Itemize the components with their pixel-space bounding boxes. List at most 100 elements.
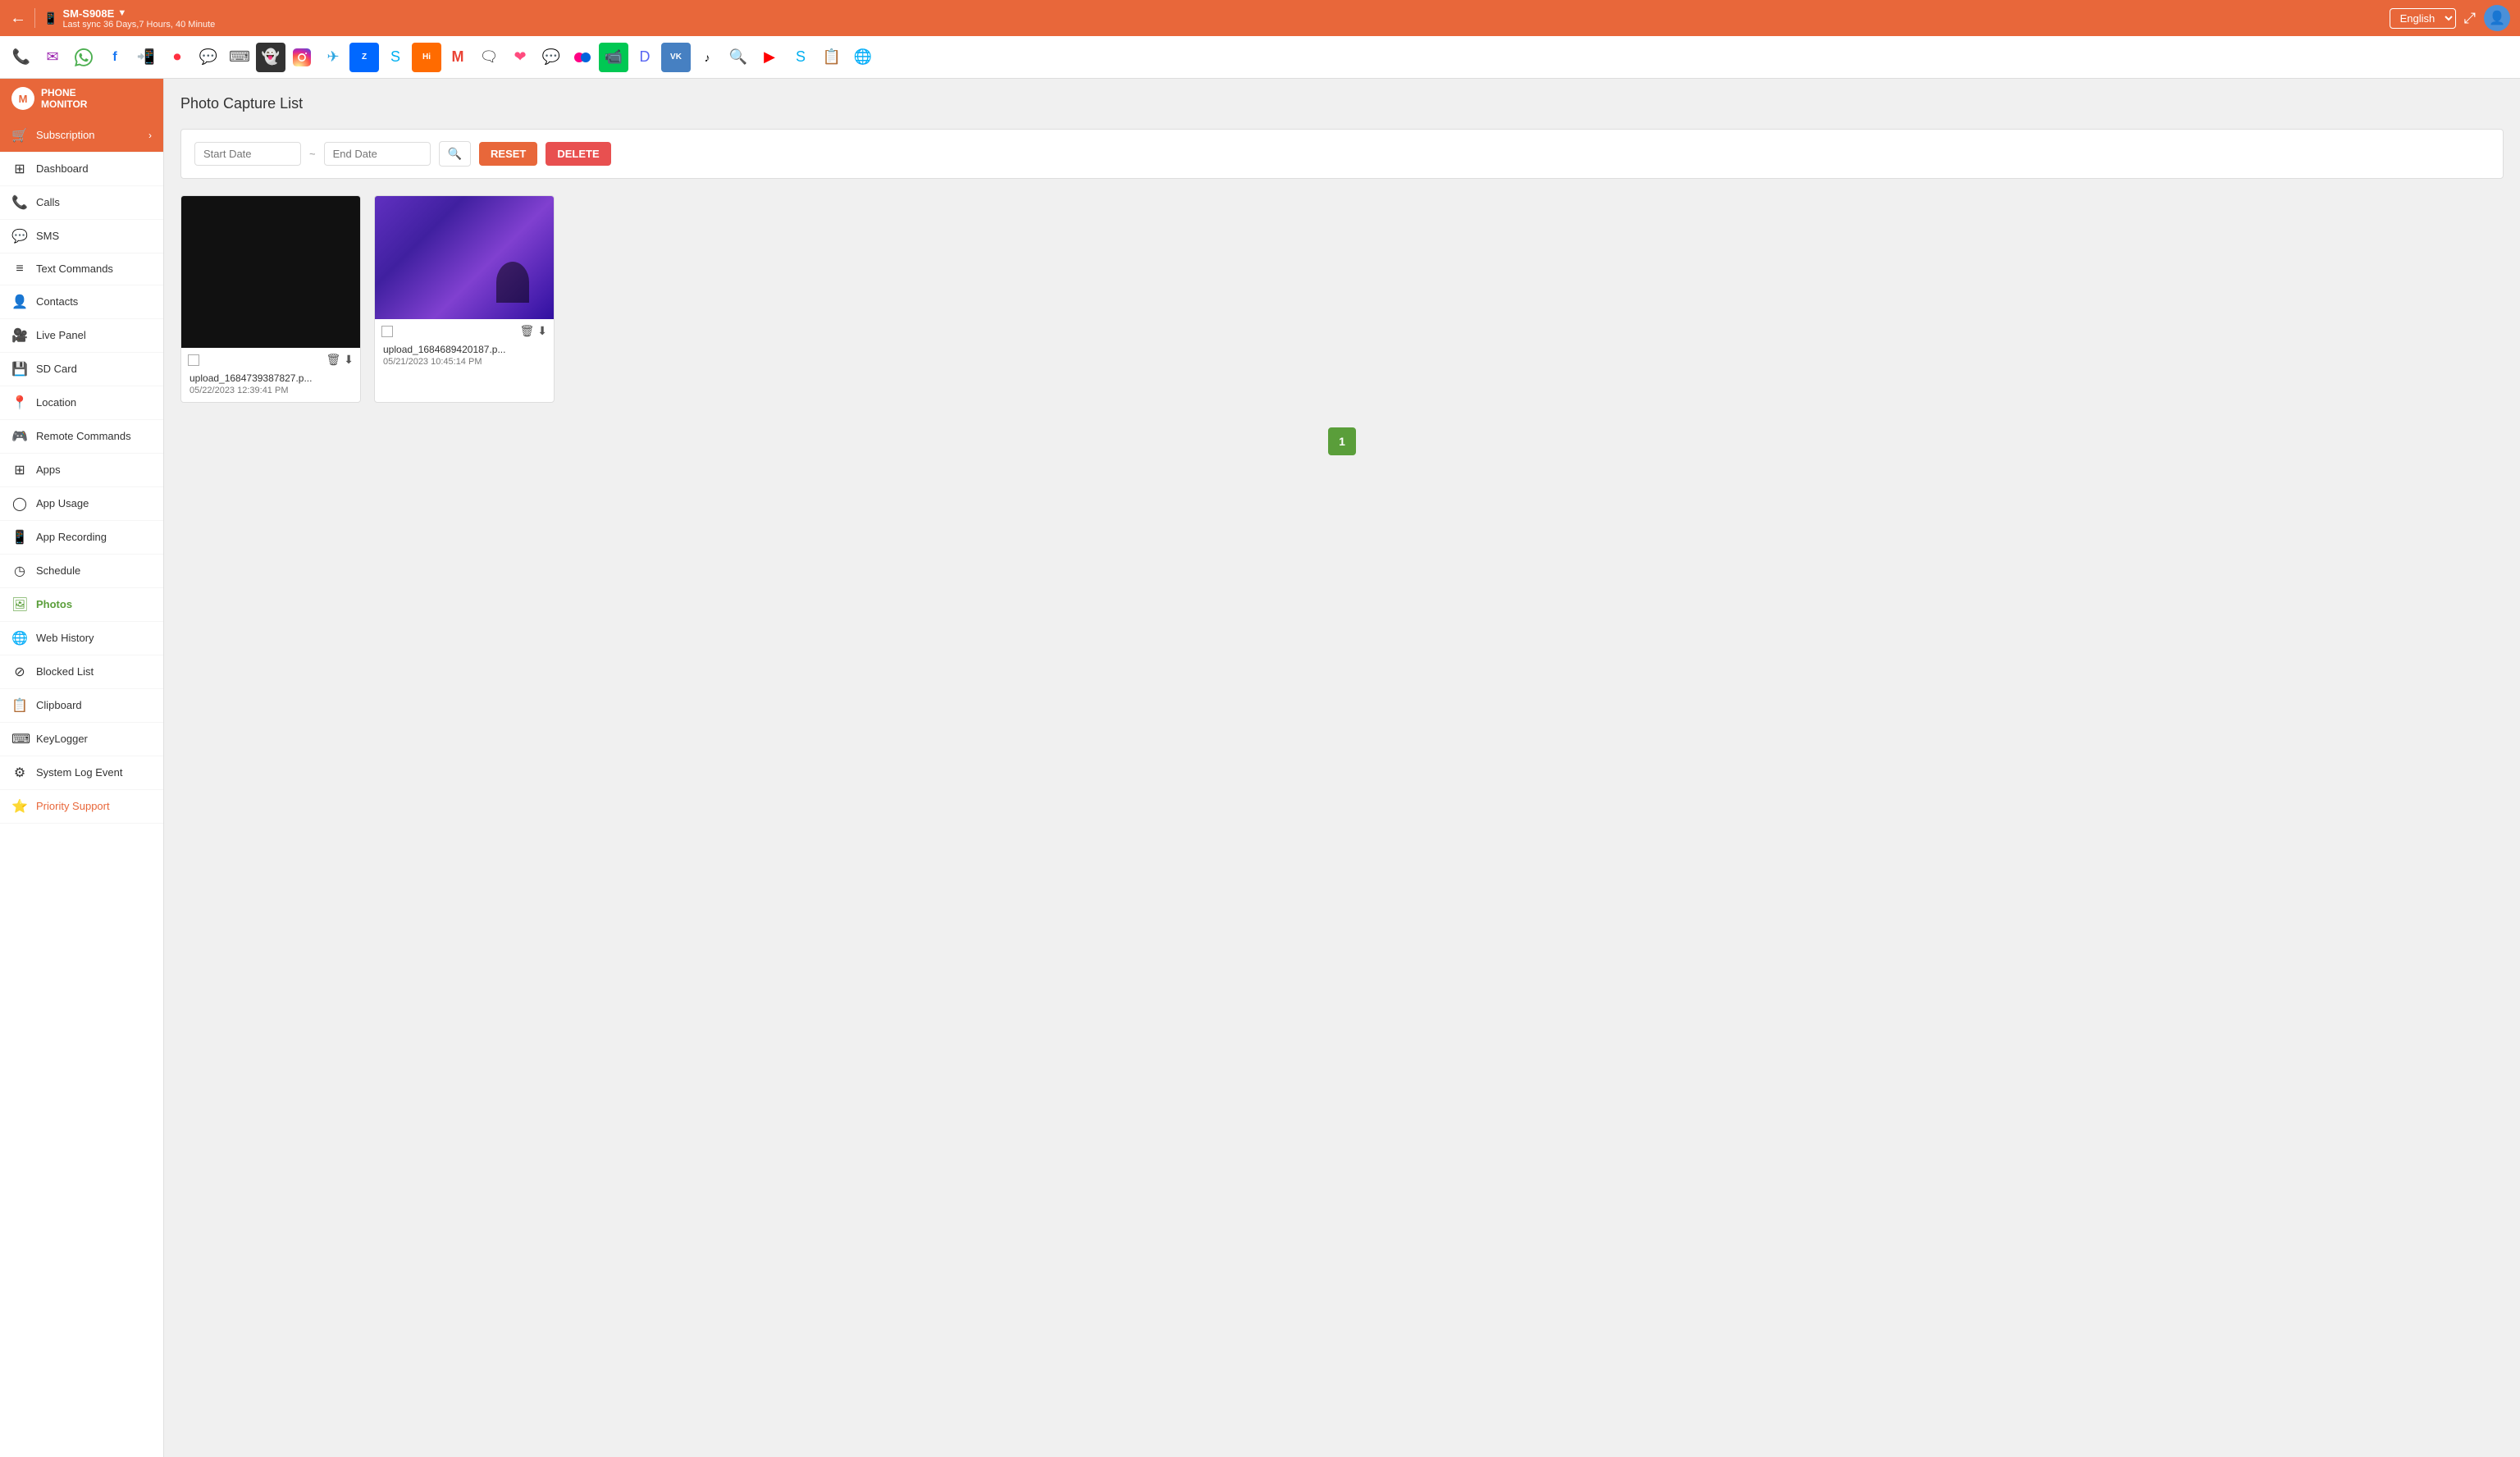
sidebar-item-web-history[interactable]: 🌐 Web History [0, 622, 163, 655]
sidebar-item-app-usage[interactable]: ◯ App Usage [0, 487, 163, 521]
download-photo-icon[interactable]: ⬇ [537, 324, 547, 338]
sidebar-item-label: SD Card [36, 363, 152, 375]
sidebar-item-live-panel[interactable]: 🎥 Live Panel [0, 319, 163, 353]
pagination: 1 [180, 427, 2504, 455]
sidebar-item-system-log[interactable]: ⚙ System Log Event [0, 756, 163, 790]
web-history-icon: 🌐 [11, 630, 28, 646]
sidebar-item-subscription[interactable]: 🛒 Subscription › [0, 119, 163, 153]
system-log-icon: ⚙ [11, 765, 28, 781]
delete-photo-icon[interactable]: 🗑 [326, 353, 340, 367]
discord-icon[interactable]: D [630, 43, 660, 72]
sms-icon: 💬 [11, 228, 28, 244]
sidebar-item-app-recording[interactable]: 📱 App Recording [0, 521, 163, 555]
sidebar-item-photos[interactable]: 🖼 Photos [0, 588, 163, 622]
date-separator: ~ [309, 148, 316, 160]
sidebar-item-location[interactable]: 📍 Location [0, 386, 163, 420]
download-photo-icon[interactable]: ⬇ [344, 353, 354, 367]
tiktok2-icon[interactable]: ⏺ [162, 43, 192, 72]
flickr-icon[interactable] [568, 43, 597, 72]
search-button[interactable]: 🔍 [439, 141, 471, 167]
device-dropdown-icon[interactable]: ▼ [117, 8, 126, 18]
photo-image-purple[interactable] [375, 196, 554, 319]
whatsapp-icon[interactable] [69, 43, 98, 72]
sidebar-item-contacts[interactable]: 👤 Contacts [0, 285, 163, 319]
hangouts-icon[interactable]: 💬 [536, 43, 566, 72]
filter-bar: ~ 🔍 RESET DELETE [180, 129, 2504, 179]
wechat-icon[interactable]: 💬 [194, 43, 223, 72]
sidebar-item-label: App Recording [36, 531, 152, 543]
delete-photo-icon[interactable]: 🗑 [519, 324, 534, 338]
photo-image-black[interactable] [181, 196, 360, 348]
sidebar-item-clipboard[interactable]: 📋 Clipboard [0, 689, 163, 723]
notes-icon[interactable]: 📋 [817, 43, 847, 72]
photo-checkbox[interactable] [188, 354, 199, 366]
youtube-icon[interactable]: ▶ [755, 43, 784, 72]
sidebar-item-keylogger[interactable]: ⌨ KeyLogger [0, 723, 163, 756]
delete-button[interactable]: DELETE [546, 142, 610, 166]
facebook-icon[interactable]: f [100, 43, 130, 72]
sidebar-item-sms[interactable]: 💬 SMS [0, 220, 163, 253]
live-panel-icon: 🎥 [11, 327, 28, 344]
viber-icon[interactable]: 📲 [131, 43, 161, 72]
end-date-input[interactable] [324, 142, 431, 166]
sidebar-item-label: Live Panel [36, 329, 152, 341]
photo-card: 🗑 ⬇ upload_1684689420187.p... 05/21/2023… [374, 195, 555, 403]
sidebar-item-label: Dashboard [36, 162, 152, 175]
facetime-icon[interactable]: 📹 [599, 43, 628, 72]
sidebar-item-priority-support[interactable]: ⭐ Priority Support [0, 790, 163, 824]
sidebar-item-label: App Usage [36, 497, 152, 509]
gmail-icon[interactable]: M [443, 43, 472, 72]
sidebar-item-label: Subscription [36, 129, 140, 141]
page-title: Photo Capture List [180, 95, 2504, 112]
logo-icon: M [11, 87, 34, 110]
sd-card-icon: 💾 [11, 361, 28, 377]
snapchat-icon[interactable]: 👻 [256, 43, 285, 72]
sidebar-item-schedule[interactable]: ◷ Schedule [0, 555, 163, 588]
browser-icon[interactable]: 🌐 [848, 43, 878, 72]
last-sync-label: Last sync 36 Days,7 Hours, 40 Minute [62, 20, 215, 30]
sidebar-item-calls[interactable]: 📞 Calls [0, 186, 163, 220]
blocked-list-icon: ⊘ [11, 664, 28, 680]
page-1-button[interactable]: 1 [1328, 427, 1356, 455]
search-icon[interactable]: 🔍 [724, 43, 753, 72]
vk-icon[interactable]: VK [661, 43, 691, 72]
phone-icon[interactable]: 📞 [7, 43, 36, 72]
badoo-icon[interactable]: ❤ [505, 43, 535, 72]
card-actions: 🗑 ⬇ [326, 353, 354, 367]
language-select[interactable]: English [2390, 8, 2456, 29]
skype2-icon[interactable]: S [381, 43, 410, 72]
hiapp-icon[interactable]: Hi [412, 43, 441, 72]
photo-checkbox[interactable] [381, 326, 393, 337]
topbar-right: English ⤢ 👤 [2390, 5, 2510, 31]
apps-icon: ⊞ [11, 462, 28, 478]
zalo-icon[interactable]: Z [349, 43, 379, 72]
sidebar-item-label: Priority Support [36, 800, 152, 812]
reset-button[interactable]: RESET [479, 142, 537, 166]
keyboard-icon[interactable]: ⌨ [225, 43, 254, 72]
instagram-icon[interactable] [287, 43, 317, 72]
telegram-icon[interactable]: ✈ [318, 43, 348, 72]
skype-icon[interactable]: S [786, 43, 815, 72]
back-button[interactable]: ← [10, 9, 26, 28]
keylogger-icon: ⌨ [11, 731, 28, 747]
photo-grid: 🗑 ⬇ upload_1684739387827.p... 05/22/2023… [180, 195, 2504, 403]
sidebar-item-text-commands[interactable]: ≡ Text Commands [0, 253, 163, 285]
sidebar-item-arrow: › [148, 130, 152, 141]
avatar[interactable]: 👤 [2484, 5, 2510, 31]
email-icon[interactable]: ✉ [38, 43, 67, 72]
bbm-icon[interactable]: 🗨 [474, 43, 504, 72]
sidebar-item-apps[interactable]: ⊞ Apps [0, 454, 163, 487]
photo-date: 05/21/2023 10:45:14 PM [383, 357, 546, 367]
sidebar-item-remote-commands[interactable]: 🎮 Remote Commands [0, 420, 163, 454]
app-recording-icon: 📱 [11, 529, 28, 546]
fullscreen-button[interactable]: ⤢ [2464, 10, 2476, 27]
sidebar-item-blocked-list[interactable]: ⊘ Blocked List [0, 655, 163, 689]
schedule-icon: ◷ [11, 563, 28, 579]
sidebar-item-sd-card[interactable]: 💾 SD Card [0, 353, 163, 386]
sidebar-item-label: System Log Event [36, 766, 152, 779]
device-name: SM-S908E [62, 7, 114, 20]
contacts-icon: 👤 [11, 294, 28, 310]
sidebar-item-dashboard[interactable]: ⊞ Dashboard [0, 153, 163, 186]
start-date-input[interactable] [194, 142, 301, 166]
tiktok-icon[interactable]: ♪ [692, 43, 722, 72]
